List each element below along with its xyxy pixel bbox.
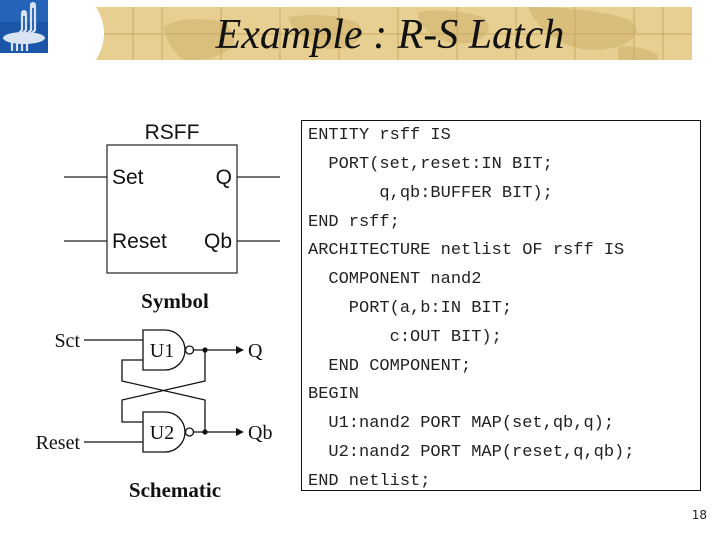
code-line: END netlist;: [308, 472, 431, 491]
code-line: BEGIN: [308, 385, 360, 404]
symbol-port-q: Q: [216, 166, 232, 189]
q-arrow-icon: [236, 346, 244, 354]
diagrams: RSFF Set Reset Q Qb Sct Reset U1 U2 Q Qb: [36, 121, 280, 454]
schematic-output-q: Q: [248, 340, 263, 362]
rsff-symbol: RSFF Set Reset Q Qb: [64, 121, 280, 274]
code-line: ARCHITECTURE netlist OF rsff IS: [308, 241, 625, 260]
u2-inverter-bubble: [184, 427, 195, 437]
symbol-caption: Symbol: [141, 289, 209, 313]
symbol-box: [106, 144, 238, 274]
code-line: q,qb:BUFFER BIT);: [308, 184, 553, 203]
symbol-port-set: Set: [112, 166, 144, 189]
schematic-input-reset: Reset: [36, 432, 81, 454]
code-line: U1:nand2 PORT MAP(set,qb,q);: [308, 414, 615, 433]
code-line: END rsff;: [308, 213, 400, 232]
page-number: 18: [691, 508, 707, 522]
code-line: ENTITY rsff IS: [308, 126, 451, 145]
code-line: U2:nand2 PORT MAP(reset,q,qb);: [308, 443, 635, 462]
symbol-port-reset: Reset: [112, 230, 167, 253]
schematic-caption: Schematic: [128, 478, 222, 502]
code-line: c:OUT BIT);: [308, 328, 502, 347]
qb-junction-dot: [202, 429, 208, 435]
schematic-input-set: Sct: [54, 330, 80, 352]
code-line: COMPONENT nand2: [308, 270, 482, 289]
symbol-port-qb: Qb: [204, 230, 232, 253]
gate-label-u2: U2: [150, 422, 174, 444]
vhdl-code-box: ENTITY rsff IS PORT(set,reset:IN BIT; q,…: [301, 120, 701, 491]
qb-arrow-icon: [236, 428, 244, 436]
code-line: PORT(a,b:IN BIT;: [308, 299, 513, 318]
code-line: END COMPONENT;: [308, 357, 472, 376]
gate-label-u1: U1: [150, 340, 174, 362]
schematic-output-qb: Qb: [248, 422, 272, 444]
u1-inverter-bubble: [184, 345, 195, 355]
code-line: PORT(set,reset:IN BIT;: [308, 155, 553, 174]
symbol-block-name: RSFF: [145, 121, 200, 144]
